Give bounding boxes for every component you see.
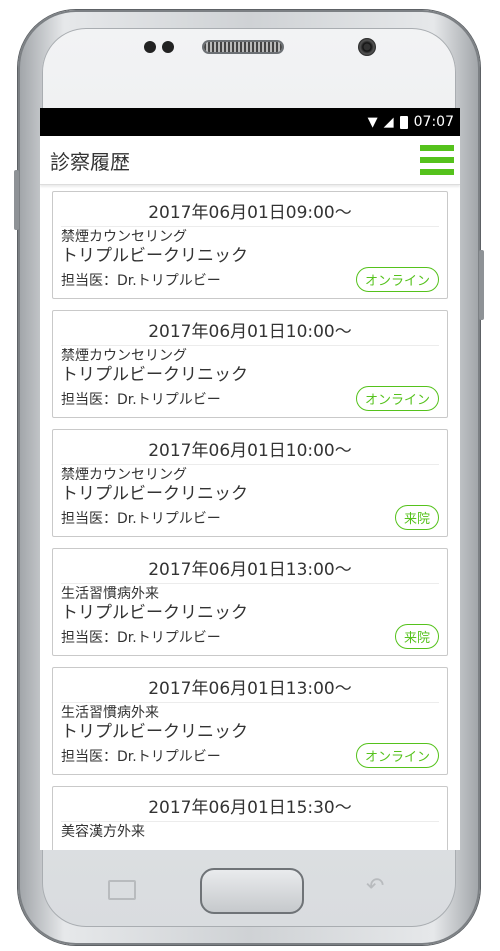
home-button[interactable] bbox=[200, 868, 304, 914]
visit-card[interactable]: 2017年06月01日10:00～ 禁煙カウンセリング トリプルビークリニック … bbox=[52, 429, 448, 537]
visit-date: 2017年06月01日13:00～ bbox=[61, 555, 439, 584]
visit-clinic: トリプルビークリニック bbox=[61, 603, 248, 623]
visit-date: 2017年06月01日10:00～ bbox=[61, 436, 439, 465]
screen: ▼ ◢ 07:07 診察履歴 2017年06月01日09:00～ 禁煙カウンセリ… bbox=[40, 108, 460, 850]
front-camera bbox=[358, 38, 376, 56]
visit-type-badge: オンライン bbox=[355, 386, 439, 411]
status-time: 07:07 bbox=[413, 114, 454, 130]
visit-date: 2017年06月01日09:00～ bbox=[61, 198, 439, 227]
visit-card[interactable]: 2017年06月01日15:30～ 美容漢方外来 bbox=[52, 786, 448, 850]
visit-history-list: 2017年06月01日09:00～ 禁煙カウンセリング トリプルビークリニック … bbox=[40, 185, 460, 850]
visit-type-badge: オンライン bbox=[355, 743, 439, 768]
visit-department: 生活習慣病外来 bbox=[61, 705, 159, 721]
hamburger-menu-icon[interactable] bbox=[420, 143, 454, 177]
recent-apps-key[interactable] bbox=[108, 880, 136, 900]
visit-type-badge: オンライン bbox=[355, 267, 439, 292]
visit-card[interactable]: 2017年06月01日10:00～ 禁煙カウンセリング トリプルビークリニック … bbox=[52, 310, 448, 418]
visit-doctor: 担当医：Dr.トリプルビー bbox=[61, 510, 221, 527]
signal-icon: ◢ bbox=[383, 114, 394, 130]
visit-department: 禁煙カウンセリング bbox=[61, 348, 187, 364]
visit-department: 生活習慣病外来 bbox=[61, 586, 159, 602]
visit-department: 禁煙カウンセリング bbox=[61, 229, 187, 245]
battery-icon bbox=[399, 115, 408, 129]
sensor-dot bbox=[144, 41, 156, 53]
visit-clinic: トリプルビークリニック bbox=[61, 484, 248, 504]
app-bar: 診察履歴 bbox=[40, 136, 460, 185]
speaker-grille bbox=[204, 42, 282, 52]
visit-card[interactable]: 2017年06月01日13:00～ 生活習慣病外来 トリプルビークリニック 担当… bbox=[52, 667, 448, 775]
volume-button bbox=[14, 170, 19, 230]
status-bar: ▼ ◢ 07:07 bbox=[40, 108, 460, 136]
back-arrow-icon[interactable]: ↶ bbox=[366, 874, 384, 899]
visit-department: 美容漢方外来 bbox=[61, 824, 145, 840]
visit-date: 2017年06月01日13:00～ bbox=[61, 674, 439, 703]
visit-type-badge: 来院 bbox=[394, 505, 439, 530]
visit-card[interactable]: 2017年06月01日09:00～ 禁煙カウンセリング トリプルビークリニック … bbox=[52, 191, 448, 299]
page-title: 診察履歴 bbox=[50, 149, 130, 174]
visit-card[interactable]: 2017年06月01日13:00～ 生活習慣病外来 トリプルビークリニック 担当… bbox=[52, 548, 448, 656]
visit-department: 禁煙カウンセリング bbox=[61, 467, 187, 483]
visit-clinic: トリプルビークリニック bbox=[61, 365, 248, 385]
visit-date: 2017年06月01日15:30～ bbox=[61, 793, 439, 822]
sensor-dot bbox=[162, 41, 174, 53]
visit-clinic: トリプルビークリニック bbox=[61, 246, 248, 266]
visit-type-badge: 来院 bbox=[394, 624, 439, 649]
wifi-icon: ▼ bbox=[367, 114, 378, 130]
visit-doctor: 担当医：Dr.トリプルビー bbox=[61, 748, 221, 765]
visit-doctor: 担当医：Dr.トリプルビー bbox=[61, 391, 221, 408]
power-button bbox=[479, 250, 484, 320]
visit-doctor: 担当医：Dr.トリプルビー bbox=[61, 272, 221, 289]
visit-doctor: 担当医：Dr.トリプルビー bbox=[61, 629, 221, 646]
visit-date: 2017年06月01日10:00～ bbox=[61, 317, 439, 346]
visit-clinic: トリプルビークリニック bbox=[61, 722, 248, 742]
